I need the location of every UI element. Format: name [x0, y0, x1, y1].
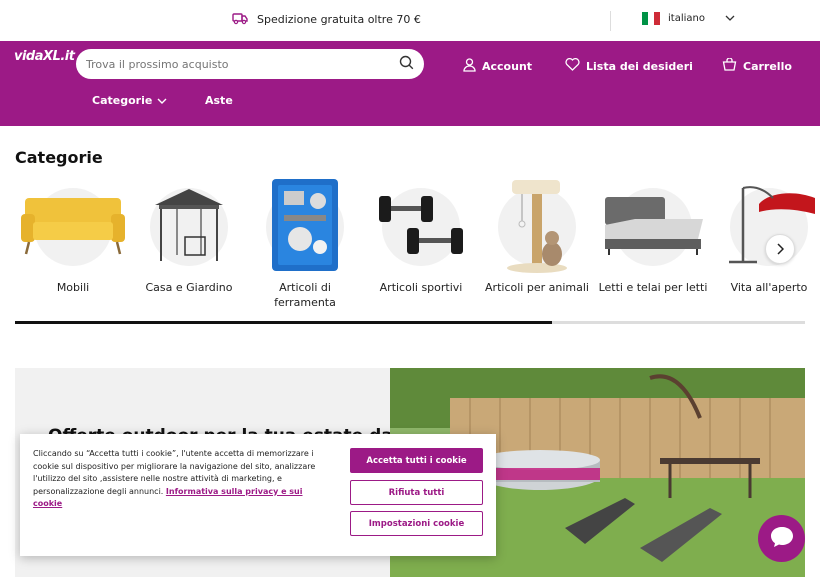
cart-label: Carrello: [743, 59, 792, 73]
category-card-sports[interactable]: Articoli sportivi: [363, 176, 479, 295]
category-card-outdoor-living[interactable]: Vita all'aperto: [711, 176, 820, 295]
bed-image: [605, 197, 703, 255]
cookie-consent-dialog: Cliccando su “Accetta tutti i cookie”, l…: [20, 434, 496, 556]
reject-all-button[interactable]: Rifiuta tutti: [350, 480, 483, 505]
category-card-beds[interactable]: Letti e telai per letti: [595, 176, 711, 295]
heart-icon: [565, 57, 580, 74]
gazebo-image: [155, 189, 223, 261]
carousel-next-button[interactable]: [765, 234, 795, 264]
user-icon: [463, 58, 476, 75]
top-bar: Spedizione gratuita oltre 70 € italiano: [0, 0, 820, 41]
shipping-text: Spedizione gratuita oltre 70 €: [257, 13, 421, 26]
sofa-image: [21, 198, 125, 255]
wishlist-link[interactable]: Lista dei desideri: [565, 57, 693, 74]
chevron-down-icon: [725, 13, 735, 24]
category-card-pets[interactable]: Articoli per animali: [479, 176, 595, 295]
category-label: Articoli di ferramenta: [274, 281, 336, 309]
basket-icon: [722, 57, 737, 74]
truck-icon: [232, 11, 248, 28]
chevron-down-icon: [157, 94, 167, 107]
category-label: Articoli per animali: [485, 281, 589, 294]
chat-bubble-icon: [769, 525, 795, 553]
category-label: Casa e Giardino: [145, 281, 233, 294]
category-card-home-garden[interactable]: Casa e Giardino: [131, 176, 247, 295]
logo[interactable]: vidaXL.it: [14, 49, 75, 64]
account-link[interactable]: Account: [463, 58, 532, 75]
category-label: Vita all'aperto: [730, 281, 808, 294]
divider: [610, 11, 611, 31]
cat-tree-image: [507, 180, 567, 273]
free-shipping-notice: Spedizione gratuita oltre 70 €: [232, 11, 421, 28]
account-label: Account: [482, 60, 533, 73]
cookie-settings-button[interactable]: Impostazioni cookie: [350, 511, 483, 536]
search-icon[interactable]: [399, 55, 414, 74]
accept-all-cookies-button[interactable]: Accetta tutti i cookie: [350, 448, 483, 473]
carousel-scrollbar-thumb[interactable]: [15, 321, 553, 324]
categories-title: Categorie: [15, 148, 103, 167]
category-card-hardware[interactable]: Articoli di ferramenta: [247, 176, 363, 310]
language-selector[interactable]: italiano: [642, 12, 735, 25]
language-label: italiano: [668, 13, 705, 24]
chevron-right-icon: [776, 240, 785, 259]
cart-link[interactable]: Carrello: [722, 57, 792, 74]
search-bar[interactable]: [76, 49, 424, 79]
category-label: Mobili: [56, 281, 90, 294]
category-card-furniture[interactable]: Mobili: [15, 176, 131, 295]
cookie-text: Cliccando su “Accetta tutti i cookie”, l…: [33, 448, 329, 511]
nav-categories[interactable]: Categorie: [92, 94, 167, 107]
search-input[interactable]: [86, 57, 399, 71]
italy-flag-icon: [642, 12, 660, 25]
toolcase-image: [272, 179, 338, 271]
carousel-scrollbar[interactable]: [15, 321, 805, 324]
chat-button[interactable]: [758, 515, 805, 562]
nav-auctions-label: Aste: [205, 94, 233, 107]
category-label: Articoli sportivi: [379, 281, 463, 294]
nav-categories-label: Categorie: [92, 94, 153, 107]
dumbbells-image: [379, 196, 463, 254]
category-label: Letti e telai per letti: [598, 281, 708, 294]
wishlist-label: Lista dei desideri: [586, 59, 693, 73]
nav-auctions[interactable]: Aste: [205, 94, 233, 107]
site-header: vidaXL.it Account Lista dei desideri Car…: [0, 41, 820, 126]
